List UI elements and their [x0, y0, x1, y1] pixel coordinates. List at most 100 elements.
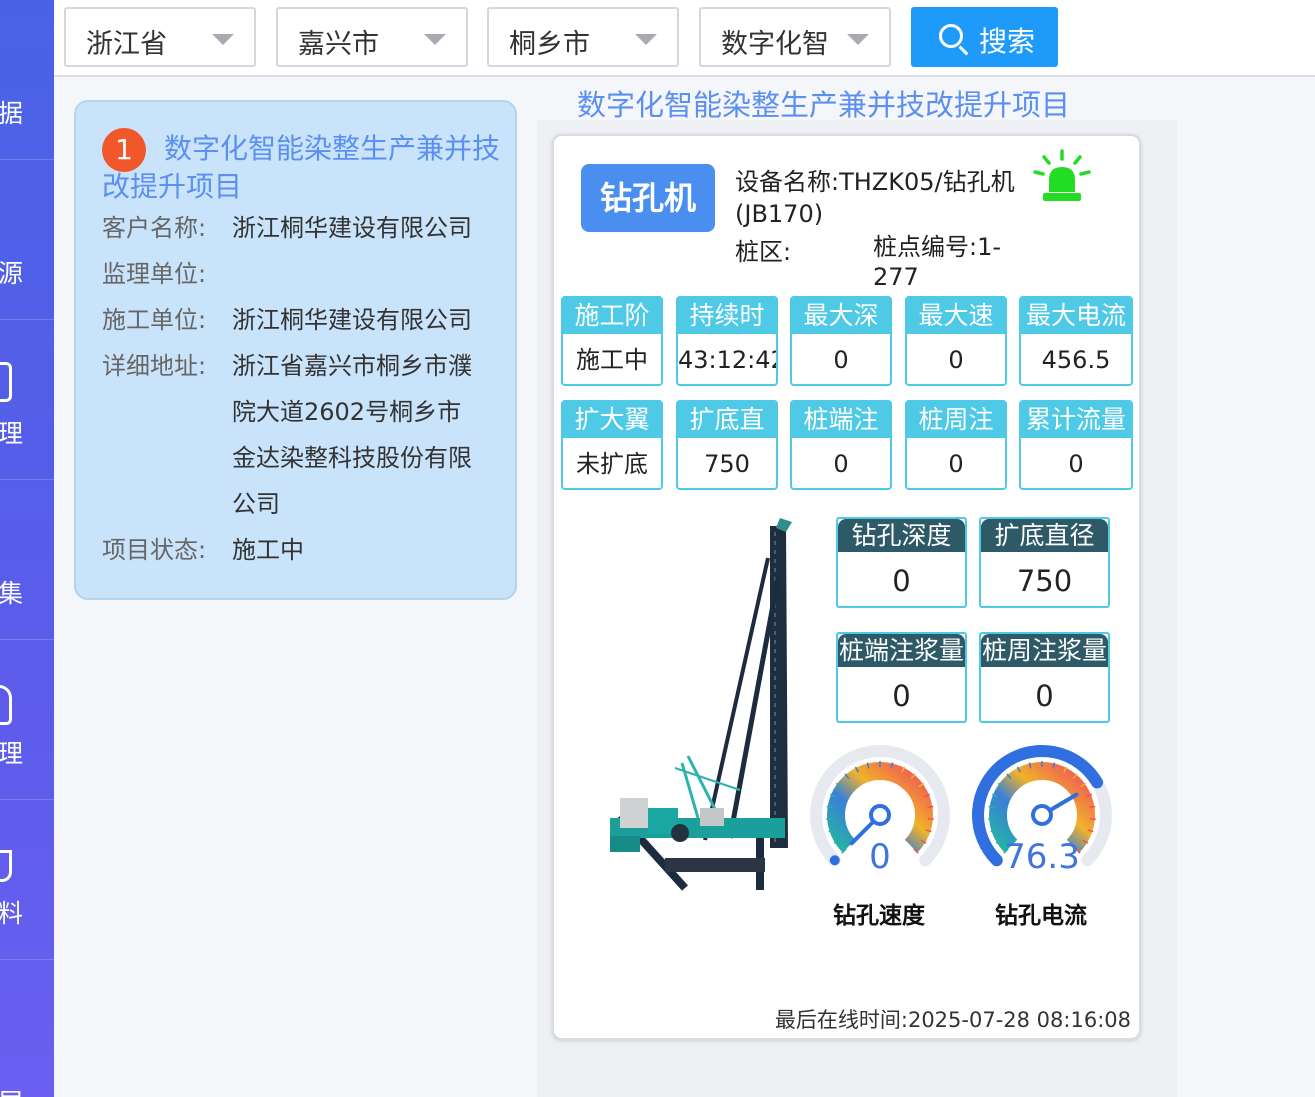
- metric-wing: 扩大翼 未扩底: [561, 400, 663, 490]
- province-value: 浙江省: [86, 29, 167, 60]
- drill-speed-gauge: 0: [810, 744, 950, 877]
- search-button-label: 搜索: [979, 25, 1036, 58]
- metric-base-diameter: 扩底直 750: [676, 400, 778, 490]
- field-value: 施工中: [232, 536, 304, 564]
- county-value: 桐乡市: [509, 29, 590, 60]
- field-label: 施工单位:: [102, 306, 207, 334]
- city-value: 嘉兴市: [298, 29, 379, 60]
- drilling-rig-image: [610, 518, 792, 891]
- list-icon: [0, 362, 12, 402]
- metric-stage: 施工阶 施工中: [561, 296, 663, 386]
- metric-label: 最大电流: [1021, 298, 1131, 334]
- metric-label: 桩端注浆量: [838, 634, 965, 667]
- metric-label: 钻孔深度: [838, 519, 965, 552]
- field-contractor: 施工单位: 浙江桐华建设有限公司: [102, 297, 502, 343]
- gauge-value: 76.3: [1004, 837, 1080, 877]
- sidebar-item-label: 据: [0, 99, 24, 128]
- sidebar-nav: 据 源 理 集 理 料 屏: [0, 0, 54, 1097]
- device-type-badge: 钻孔机: [581, 164, 715, 232]
- sidebar-item-material[interactable]: 料: [0, 800, 54, 960]
- metric-value: 456.5: [1041, 346, 1111, 374]
- metric-label: 扩大翼: [563, 402, 661, 438]
- drill-depth-box: 钻孔深度 0: [836, 517, 967, 608]
- metric-value: 0: [1068, 450, 1084, 478]
- field-value: 浙江桐华建设有限公司: [232, 306, 472, 334]
- metric-label: 最大深: [792, 298, 890, 334]
- field-customer: 客户名称: 浙江桐华建设有限公司: [102, 205, 502, 251]
- metric-value: 750: [704, 450, 750, 478]
- field-label: 监理单位:: [102, 260, 207, 288]
- field-label: 详细地址:: [102, 352, 207, 380]
- metric-max-speed: 最大速 0: [905, 296, 1007, 386]
- metric-value: 施工中: [576, 346, 648, 374]
- sidebar-item-label: 理: [0, 739, 24, 768]
- metric-value: 未扩底: [576, 450, 648, 478]
- field-status: 项目状态: 施工中: [102, 527, 502, 573]
- bag-icon: [0, 850, 12, 882]
- sidebar-item-manage[interactable]: 理: [0, 320, 54, 480]
- metric-value: 0: [948, 346, 964, 374]
- sidebar-item-label: 理: [0, 419, 24, 448]
- metric-value: 750: [1016, 564, 1073, 598]
- status-light-icon: [1033, 149, 1091, 201]
- project-value: 数字化智: [721, 29, 829, 60]
- project-index-badge: 1: [102, 128, 146, 172]
- metric-duration: 持续时 43:12:42: [676, 296, 778, 386]
- metric-label: 施工阶: [563, 298, 661, 334]
- sidebar-item-data[interactable]: 据: [0, 0, 54, 160]
- metric-value: 0: [1035, 679, 1054, 713]
- project-select[interactable]: 数字化智: [699, 7, 891, 67]
- metric-label: 扩底直: [678, 402, 776, 438]
- field-label: 项目状态:: [102, 536, 207, 564]
- sidebar-item-source[interactable]: 源: [0, 160, 54, 320]
- metric-value: 0: [833, 450, 849, 478]
- sidebar-item-vehicle[interactable]: 理: [0, 640, 54, 800]
- province-select[interactable]: 浙江省: [64, 7, 256, 67]
- metric-value: 0: [833, 346, 849, 374]
- project-list-item[interactable]: 数字化智能染整生产兼并技改提升项目 1 客户名称: 浙江桐华建设有限公司 监理单…: [74, 100, 517, 600]
- gauge-value: 0: [869, 837, 891, 877]
- device-name: 设备名称:THZK05/钻孔机(JB170): [735, 168, 1015, 228]
- drill-current-gauge: 76.3: [972, 744, 1112, 877]
- search-icon: [939, 24, 963, 48]
- sidebar-item-collect[interactable]: 集: [0, 480, 54, 640]
- metric-total-flow: 累计流量 0: [1019, 400, 1133, 490]
- metric-label: 桩周注浆量: [981, 634, 1108, 667]
- device-card: 钻孔机 设备名称:THZK05/钻孔机(JB170) 桩区: 桩点编号:1-27…: [552, 134, 1141, 1040]
- metric-side-grout: 桩周注 0: [905, 400, 1007, 490]
- base-diameter-box: 扩底直径 750: [979, 517, 1110, 608]
- chevron-down-icon: [847, 34, 869, 45]
- metric-label: 累计流量: [1021, 402, 1131, 438]
- metric-label: 桩周注: [907, 402, 1005, 438]
- metric-value: 43:12:42: [678, 346, 778, 374]
- metric-label: 最大速: [907, 298, 1005, 334]
- metric-max-current: 最大电流 456.5: [1019, 296, 1133, 386]
- field-value: 浙江省嘉兴市桐乡市濮院大道2602号桐乡市金达染整科技股份有限公司: [232, 352, 472, 518]
- car-icon: [0, 685, 12, 725]
- metric-tip-grout: 桩端注 0: [790, 400, 892, 490]
- city-select[interactable]: 嘉兴市: [276, 7, 468, 67]
- panel-title: 数字化智能染整生产兼并技改提升项目: [577, 88, 1071, 122]
- project-title: 数字化智能染整生产兼并技改提升项目: [102, 132, 501, 203]
- chevron-down-icon: [212, 34, 234, 45]
- field-label: 客户名称:: [102, 214, 207, 242]
- metric-value: 0: [892, 679, 911, 713]
- gauge-label: 钻孔速度: [833, 903, 925, 929]
- metric-max-depth: 最大深 0: [790, 296, 892, 386]
- chevron-down-icon: [635, 34, 657, 45]
- gauge-label: 钻孔电流: [995, 903, 1087, 929]
- search-button[interactable]: 搜索: [911, 7, 1058, 67]
- sidebar-item-label: 屏: [0, 1088, 23, 1097]
- pile-number: 桩点编号:1-277: [873, 233, 1002, 291]
- metric-value: 0: [948, 450, 964, 478]
- side-grout-box: 桩周注浆量 0: [979, 632, 1110, 723]
- sidebar-item-screen[interactable]: 屏: [0, 960, 54, 1097]
- county-select[interactable]: 桐乡市: [487, 7, 679, 67]
- field-address: 详细地址: 浙江省嘉兴市桐乡市濮院大道2602号桐乡市金达染整科技股份有限公司: [102, 343, 502, 527]
- metric-label: 扩底直径: [981, 519, 1108, 552]
- filter-bar: 浙江省 嘉兴市 桐乡市 数字化智 搜索: [54, 0, 1315, 77]
- field-value: 浙江桐华建设有限公司: [232, 214, 472, 242]
- tip-grout-box: 桩端注浆量 0: [836, 632, 967, 723]
- field-supervisor: 监理单位:: [102, 251, 502, 297]
- metric-label: 持续时: [678, 298, 776, 334]
